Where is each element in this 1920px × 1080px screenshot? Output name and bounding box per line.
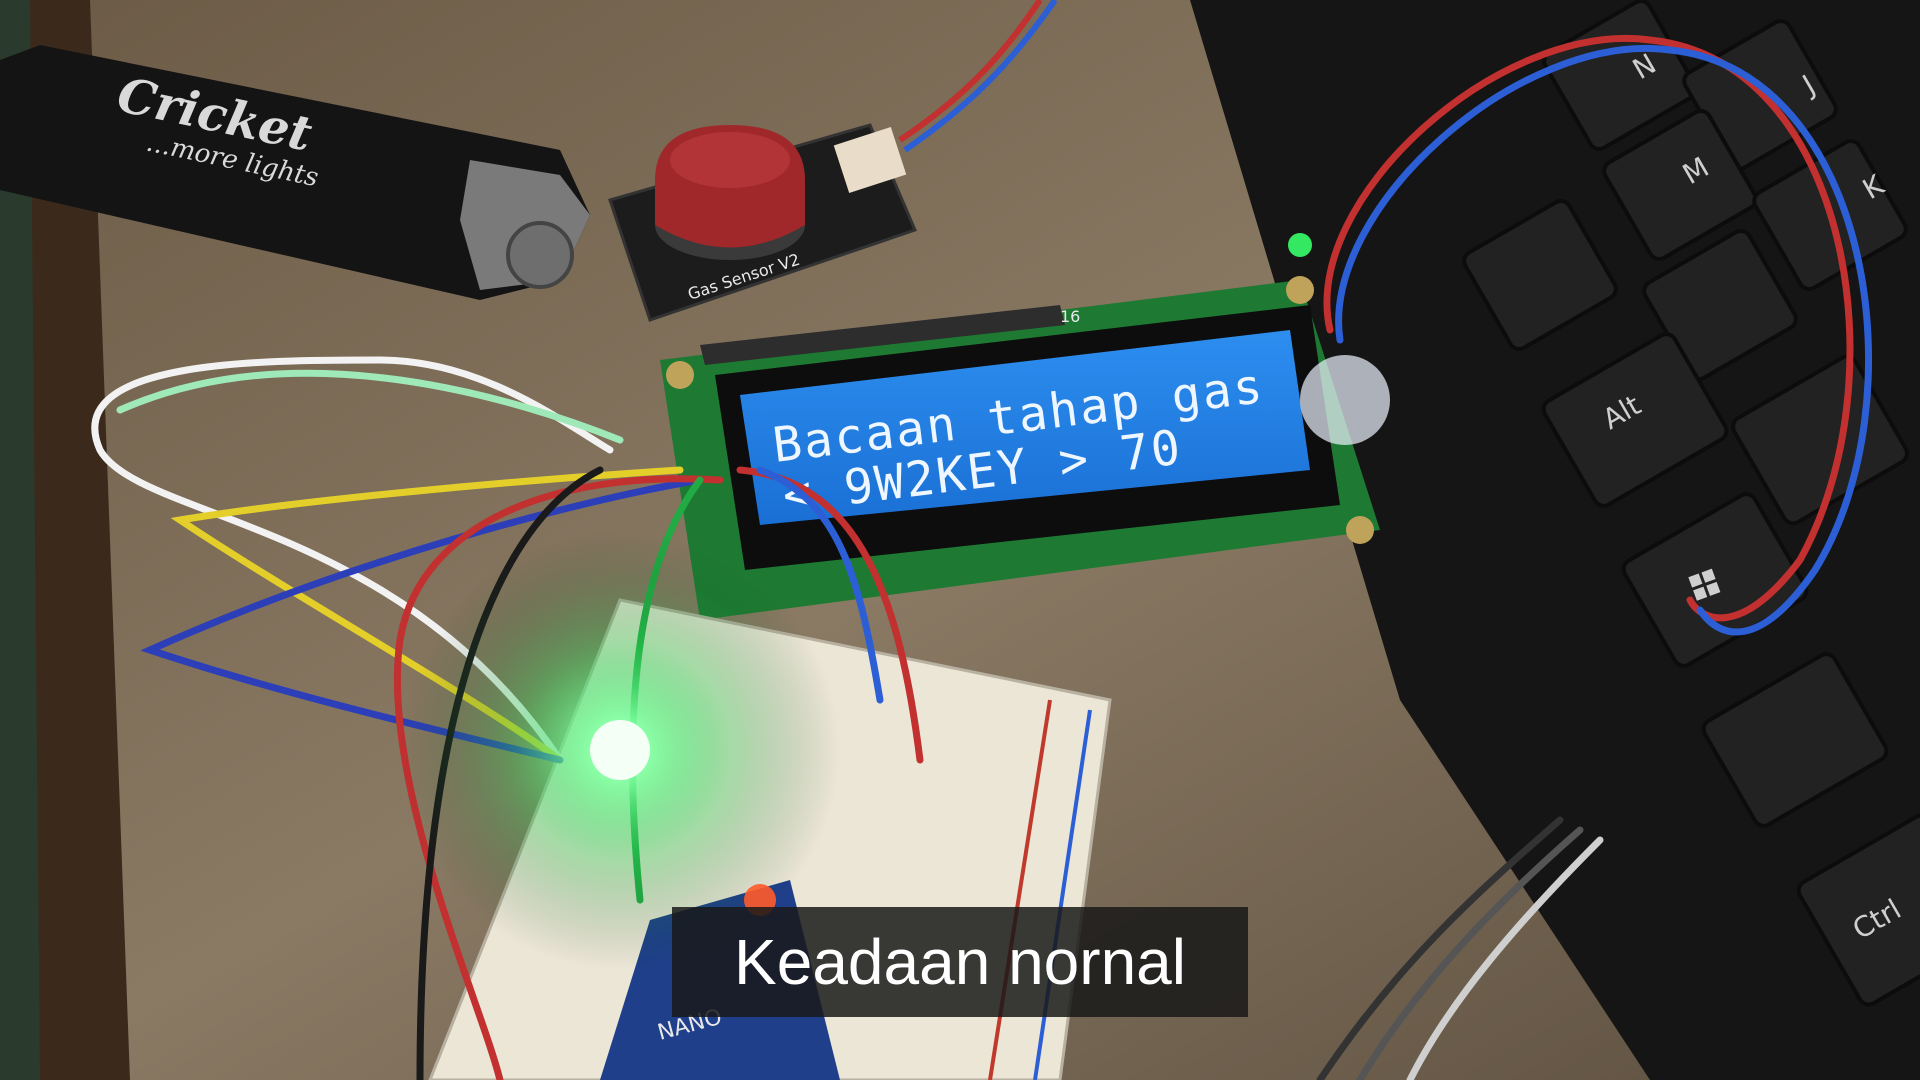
green-led: [590, 720, 650, 780]
lcd-pin-label: 16: [1060, 307, 1080, 326]
white-led-glow: [1300, 355, 1390, 445]
subtitle-box: Keadaan nornal: [672, 907, 1248, 1017]
small-green-led: [1288, 233, 1312, 257]
subtitle-text: Keadaan nornal: [734, 926, 1186, 998]
